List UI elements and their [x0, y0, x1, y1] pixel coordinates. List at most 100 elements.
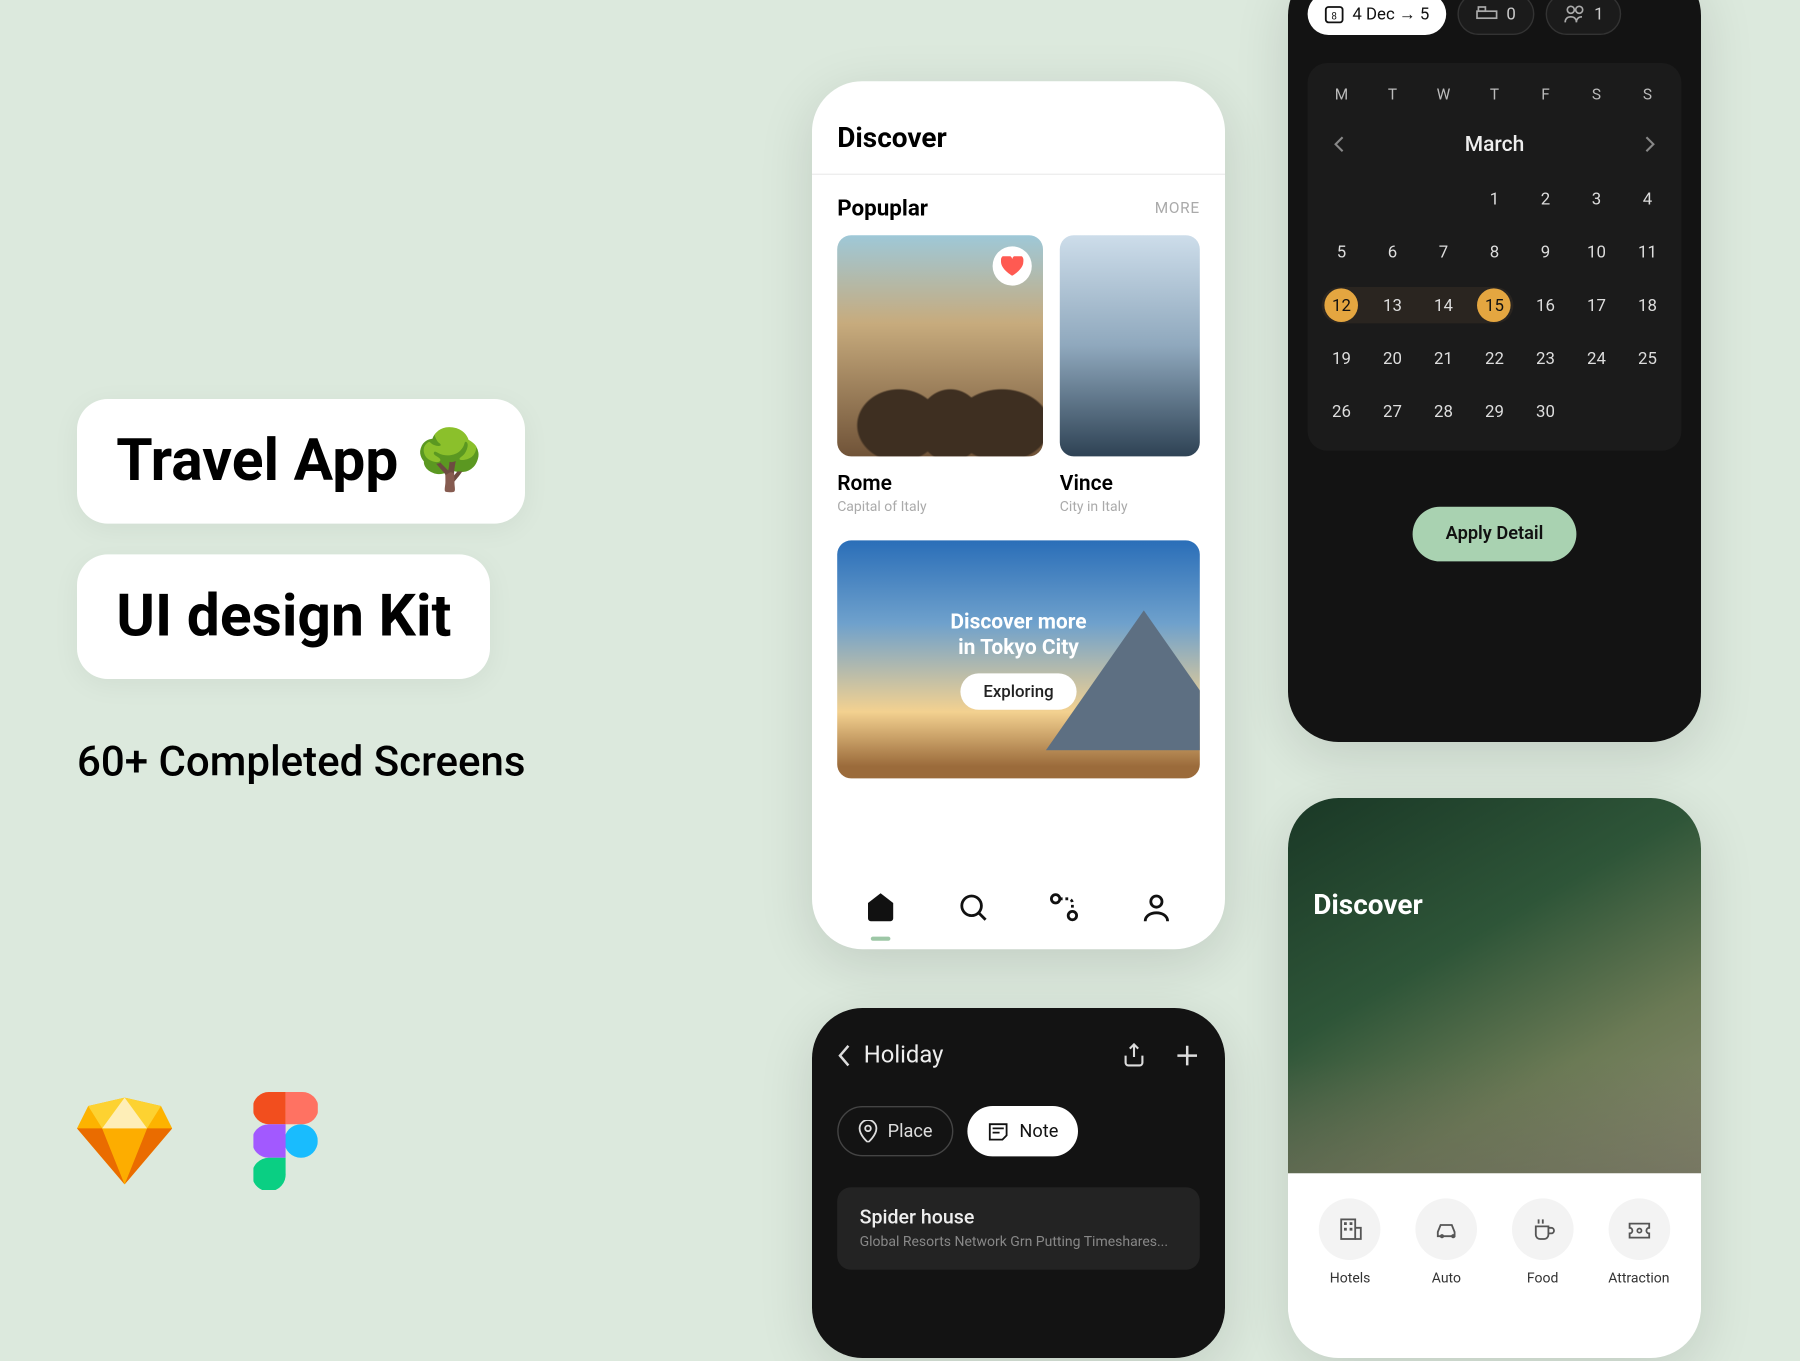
screen-categories: Discover Hotels Auto Food Attraction: [1288, 798, 1701, 1358]
share-button[interactable]: [1121, 1043, 1146, 1068]
tab-search[interactable]: [954, 889, 990, 925]
section-popular: Popuplar: [837, 195, 928, 222]
bed-count: 0: [1506, 4, 1515, 24]
dow-label: M: [1316, 85, 1367, 103]
calendar-day[interactable]: 15: [1469, 288, 1520, 322]
card-vince[interactable]: Vince City in Italy: [1060, 235, 1200, 515]
dow-label: T: [1469, 85, 1520, 103]
category-label: Auto: [1416, 1271, 1478, 1286]
category-auto[interactable]: Auto: [1416, 1198, 1478, 1286]
screen-holiday: Holiday Place Note Spider house Global R…: [812, 1008, 1225, 1358]
calendar-day[interactable]: 4: [1622, 182, 1673, 216]
figma-icon: [253, 1092, 317, 1190]
list-item[interactable]: Spider house Global Resorts Network Grn …: [837, 1187, 1200, 1270]
svg-text:8: 8: [1331, 12, 1337, 23]
sketch-icon: [77, 1098, 172, 1185]
people-count: 1: [1594, 4, 1603, 24]
banner-line2: in Tokyo City: [958, 634, 1079, 659]
category-hotels[interactable]: Hotels: [1319, 1198, 1381, 1286]
calendar-day[interactable]: 28: [1418, 395, 1469, 429]
calendar-day[interactable]: 18: [1622, 288, 1673, 322]
people-chip[interactable]: 1: [1545, 0, 1622, 35]
card-rome[interactable]: Rome Capital of Italy: [837, 235, 1043, 515]
item-name: Spider house: [860, 1207, 1178, 1229]
calendar-day[interactable]: 11: [1622, 235, 1673, 269]
calendar-day[interactable]: 29: [1469, 395, 1520, 429]
dow-label: F: [1520, 85, 1571, 103]
calendar-day[interactable]: 3: [1571, 182, 1622, 216]
card-title: Vince: [1060, 470, 1200, 495]
people-icon: [1563, 4, 1585, 24]
user-icon: [1141, 892, 1172, 923]
date-range-chip[interactable]: 8 4 Dec → 5: [1308, 0, 1447, 35]
bed-icon: [1476, 6, 1498, 23]
page-title: Discover: [1313, 888, 1676, 922]
calendar-day[interactable]: 7: [1418, 235, 1469, 269]
calendar-day[interactable]: 2: [1520, 182, 1571, 216]
calendar-day[interactable]: 25: [1622, 342, 1673, 376]
next-month-button[interactable]: [1645, 136, 1656, 153]
calendar-day[interactable]: 27: [1367, 395, 1418, 429]
page-title: Holiday: [864, 1042, 944, 1070]
pill-note-label: Note: [1019, 1121, 1058, 1142]
screen-calendar: 8 4 Dec → 5 0 1 MTWTFSS March 1234567891…: [1288, 0, 1701, 742]
banner-line1: Discover more: [950, 609, 1086, 634]
share-icon: [1121, 1043, 1146, 1068]
building-icon: [1319, 1198, 1381, 1260]
month-label: March: [1465, 132, 1525, 157]
pill-note[interactable]: Note: [968, 1106, 1078, 1156]
back-button[interactable]: [837, 1044, 850, 1066]
calendar-day[interactable]: 16: [1520, 288, 1571, 322]
calendar-day[interactable]: 30: [1520, 395, 1571, 429]
calendar-day[interactable]: 23: [1520, 342, 1571, 376]
calendar-day: [1418, 182, 1469, 216]
calendar-day[interactable]: 9: [1520, 235, 1571, 269]
calendar-day[interactable]: 12: [1316, 288, 1367, 322]
bed-chip[interactable]: 0: [1457, 0, 1534, 35]
favorite-button[interactable]: [993, 246, 1032, 285]
calendar-day[interactable]: 13: [1367, 288, 1418, 322]
card-caption: Capital of Italy: [837, 500, 1043, 515]
category-label: Food: [1512, 1271, 1574, 1286]
calendar-day: [1316, 182, 1367, 216]
calendar-day[interactable]: 5: [1316, 235, 1367, 269]
calendar-day[interactable]: 8: [1469, 235, 1520, 269]
calendar-day[interactable]: 19: [1316, 342, 1367, 376]
chevron-right-icon: [1645, 136, 1656, 153]
calendar-day[interactable]: 10: [1571, 235, 1622, 269]
page-title: Discover: [812, 81, 1225, 173]
prev-month-button[interactable]: [1333, 136, 1344, 153]
calendar-day[interactable]: 17: [1571, 288, 1622, 322]
tab-profile[interactable]: [1138, 889, 1174, 925]
category-attraction[interactable]: Attraction: [1608, 1198, 1670, 1286]
calendar-day[interactable]: 22: [1469, 342, 1520, 376]
category-label: Hotels: [1319, 1271, 1381, 1286]
card-title: Rome: [837, 470, 1043, 495]
heart-icon: [1001, 256, 1023, 276]
card-caption: City in Italy: [1060, 500, 1200, 515]
apply-button[interactable]: Apply Detail: [1412, 507, 1577, 562]
calendar-day[interactable]: 20: [1367, 342, 1418, 376]
title-ui-kit: UI design Kit: [77, 554, 491, 679]
subheading-screens: 60+ Completed Screens: [77, 738, 777, 787]
tab-home[interactable]: [862, 889, 898, 925]
pill-place[interactable]: Place: [837, 1106, 953, 1156]
category-food[interactable]: Food: [1512, 1198, 1574, 1286]
screen-discover: Discover Popuplar MORE Rome Capital of I…: [812, 81, 1225, 949]
calendar-day[interactable]: 6: [1367, 235, 1418, 269]
more-link[interactable]: MORE: [1155, 199, 1200, 217]
calendar-day[interactable]: 1: [1469, 182, 1520, 216]
dow-label: S: [1622, 85, 1673, 103]
pill-place-label: Place: [888, 1121, 933, 1142]
tab-route[interactable]: [1046, 889, 1082, 925]
cup-icon: [1512, 1198, 1574, 1260]
calendar-day[interactable]: 14: [1418, 288, 1469, 322]
exploring-button[interactable]: Exploring: [961, 673, 1076, 709]
category-label: Attraction: [1608, 1271, 1670, 1286]
note-icon: [987, 1121, 1009, 1141]
calendar-day[interactable]: 24: [1571, 342, 1622, 376]
promo-banner[interactable]: Discover more in Tokyo City Exploring: [837, 540, 1200, 778]
calendar-day[interactable]: 21: [1418, 342, 1469, 376]
add-button[interactable]: [1175, 1043, 1200, 1068]
calendar-day[interactable]: 26: [1316, 395, 1367, 429]
